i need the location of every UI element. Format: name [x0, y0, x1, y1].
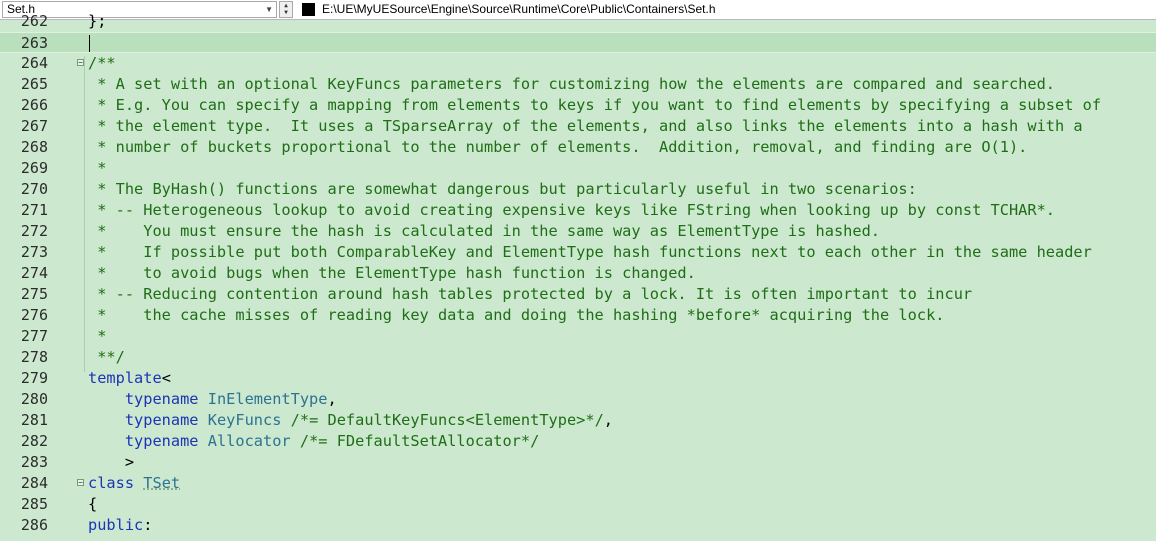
code-text: }; — [88, 12, 107, 30]
code-text: typename InElementType, — [88, 389, 337, 410]
comment-text: * If possible put both ComparableKey and… — [88, 243, 1092, 261]
punctuation: > — [124, 453, 135, 471]
keyword: template — [88, 369, 162, 387]
line-number: 264 — [20, 54, 48, 72]
code-line: 266 * E.g. You can specify a mapping fro… — [0, 95, 1156, 116]
line-number: 262 — [20, 12, 48, 30]
text-caret — [89, 35, 90, 52]
inline-comment: /*= DefaultKeyFuncs<ElementType>*/ — [290, 411, 604, 429]
code-line: 283 > — [0, 452, 1156, 473]
line-number: 266 — [20, 96, 48, 114]
line-number: 277 — [20, 327, 48, 345]
code-line: 285 { — [0, 494, 1156, 515]
line-number: 286 — [20, 516, 48, 534]
comment-text: * -- Heterogeneous lookup to avoid creat… — [88, 201, 1055, 219]
comment-text: * the element type. It uses a TSparseArr… — [88, 117, 1083, 135]
code-line: 270 * The ByHash() functions are somewha… — [0, 179, 1156, 200]
comment-text: * to avoid bugs when the ElementType has… — [88, 264, 696, 282]
fold-toggle-icon[interactable]: − — [77, 59, 84, 67]
code-text: class TSet — [88, 473, 180, 494]
code-line: 271 * -- Heterogeneous lookup to avoid c… — [0, 200, 1156, 221]
line-number: 272 — [20, 222, 48, 240]
keyword: typename — [124, 411, 199, 429]
type-name: InElementType — [207, 390, 328, 408]
comment-text: * -- Reducing contention around hash tab… — [88, 285, 973, 303]
code-line-current[interactable]: 263 — [0, 32, 1156, 53]
code-line: 282 typename Allocator /*= FDefaultSetAl… — [0, 431, 1156, 452]
line-number: 280 — [20, 390, 48, 408]
fold-toggle-icon[interactable]: − — [77, 479, 84, 487]
code-text: > — [88, 452, 134, 473]
line-number: 267 — [20, 117, 48, 135]
keyword: class — [88, 474, 135, 492]
code-line: 272 * You must ensure the hash is calcul… — [0, 221, 1156, 242]
comment-text: * the cache misses of reading key data a… — [88, 306, 945, 324]
code-line: 269 * — [0, 158, 1156, 179]
comment-text: * — [88, 159, 107, 177]
code-editor[interactable]: 262 }; 263 264 − /** 265 * A set with an… — [0, 12, 1156, 541]
line-number: 269 — [20, 159, 48, 177]
code-line: 262 }; — [0, 11, 1156, 32]
punctuation: , — [327, 390, 337, 408]
line-number: 283 — [20, 453, 48, 471]
line-number: 275 — [20, 285, 48, 303]
code-text: template< — [88, 368, 171, 389]
code-line: 273 * If possible put both ComparableKey… — [0, 242, 1156, 263]
code-text: { — [88, 495, 98, 513]
comment-text: /** — [88, 54, 116, 72]
inline-comment: /*= FDefaultSetAllocator*/ — [299, 432, 540, 450]
code-line: 279 template< — [0, 368, 1156, 389]
code-line: 284 − class TSet — [0, 473, 1156, 494]
line-number: 279 — [20, 369, 48, 387]
type-name: Allocator — [207, 432, 291, 450]
code-line: 281 typename KeyFuncs /*= DefaultKeyFunc… — [0, 410, 1156, 431]
line-number: 284 — [20, 474, 48, 492]
line-number: 276 — [20, 306, 48, 324]
line-number: 263 — [20, 34, 48, 52]
code-text: public: — [88, 515, 152, 536]
code-line: 268 * number of buckets proportional to … — [0, 137, 1156, 158]
line-number: 271 — [20, 201, 48, 219]
code-line: 264 − /** — [0, 53, 1156, 74]
punctuation: < — [161, 369, 171, 387]
line-number: 273 — [20, 243, 48, 261]
code-line: 265 * A set with an optional KeyFuncs pa… — [0, 74, 1156, 95]
comment-text: * E.g. You can specify a mapping from el… — [88, 96, 1102, 114]
comment-text: * number of buckets proportional to the … — [88, 138, 1028, 156]
code-line: 277 * — [0, 326, 1156, 347]
code-line: 278 **/ — [0, 347, 1156, 368]
keyword: public — [88, 516, 144, 534]
line-number: 274 — [20, 264, 48, 282]
comment-text: * The ByHash() functions are somewhat da… — [88, 180, 917, 198]
punctuation: : — [143, 516, 153, 534]
code-line: 276 * the cache misses of reading key da… — [0, 305, 1156, 326]
comment-text: * — [88, 327, 107, 345]
comment-text: **/ — [88, 348, 125, 366]
comment-text: * You must ensure the hash is calculated… — [88, 222, 881, 240]
code-line: 280 typename InElementType, — [0, 389, 1156, 410]
code-line: 275 * -- Reducing contention around hash… — [0, 284, 1156, 305]
type-name[interactable]: TSet — [143, 474, 180, 492]
line-number: 270 — [20, 180, 48, 198]
line-number: 268 — [20, 138, 48, 156]
line-number: 282 — [20, 432, 48, 450]
comment-text: * A set with an optional KeyFuncs parame… — [88, 75, 1055, 93]
line-number: 281 — [20, 411, 48, 429]
code-text: typename KeyFuncs /*= DefaultKeyFuncs<El… — [88, 410, 613, 431]
keyword: typename — [124, 432, 199, 450]
line-number: 265 — [20, 75, 48, 93]
line-number: 285 — [20, 495, 48, 513]
line-number: 278 — [20, 348, 48, 366]
punctuation: , — [603, 411, 613, 429]
code-text: typename Allocator /*= FDefaultSetAlloca… — [88, 431, 539, 452]
code-line: 267 * the element type. It uses a TSpars… — [0, 116, 1156, 137]
code-line: 286 public: — [0, 515, 1156, 536]
code-line: 274 * to avoid bugs when the ElementType… — [0, 263, 1156, 284]
keyword: typename — [124, 390, 199, 408]
type-name: KeyFuncs — [207, 411, 282, 429]
